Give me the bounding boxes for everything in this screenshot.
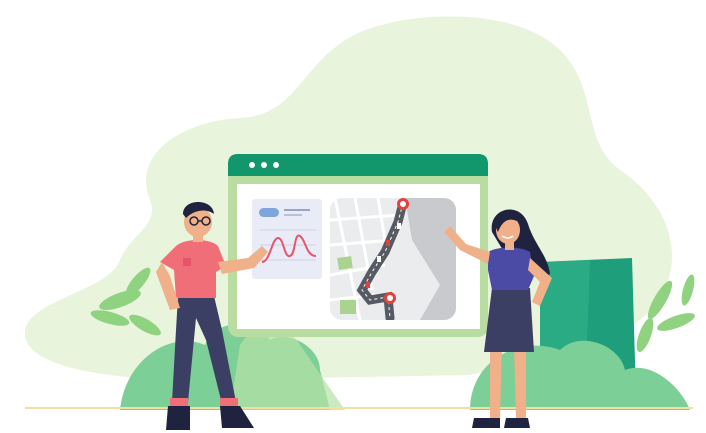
map-pin-icon[interactable] bbox=[397, 198, 409, 210]
ground-line bbox=[25, 407, 693, 409]
window-dot-icon[interactable] bbox=[261, 162, 267, 168]
map-pin-icon[interactable] bbox=[384, 292, 396, 304]
car-icon bbox=[377, 256, 381, 262]
car-icon bbox=[397, 223, 401, 229]
illustration-scene bbox=[0, 0, 706, 433]
window-dot-icon[interactable] bbox=[273, 162, 279, 168]
car-icon bbox=[366, 282, 370, 288]
illustration-canvas bbox=[24, 16, 695, 430]
chart-toggle-pill[interactable] bbox=[259, 208, 279, 217]
car-icon bbox=[386, 240, 390, 246]
chart-card bbox=[252, 199, 322, 279]
map-card bbox=[330, 198, 456, 320]
window-dot-icon[interactable] bbox=[249, 162, 255, 168]
